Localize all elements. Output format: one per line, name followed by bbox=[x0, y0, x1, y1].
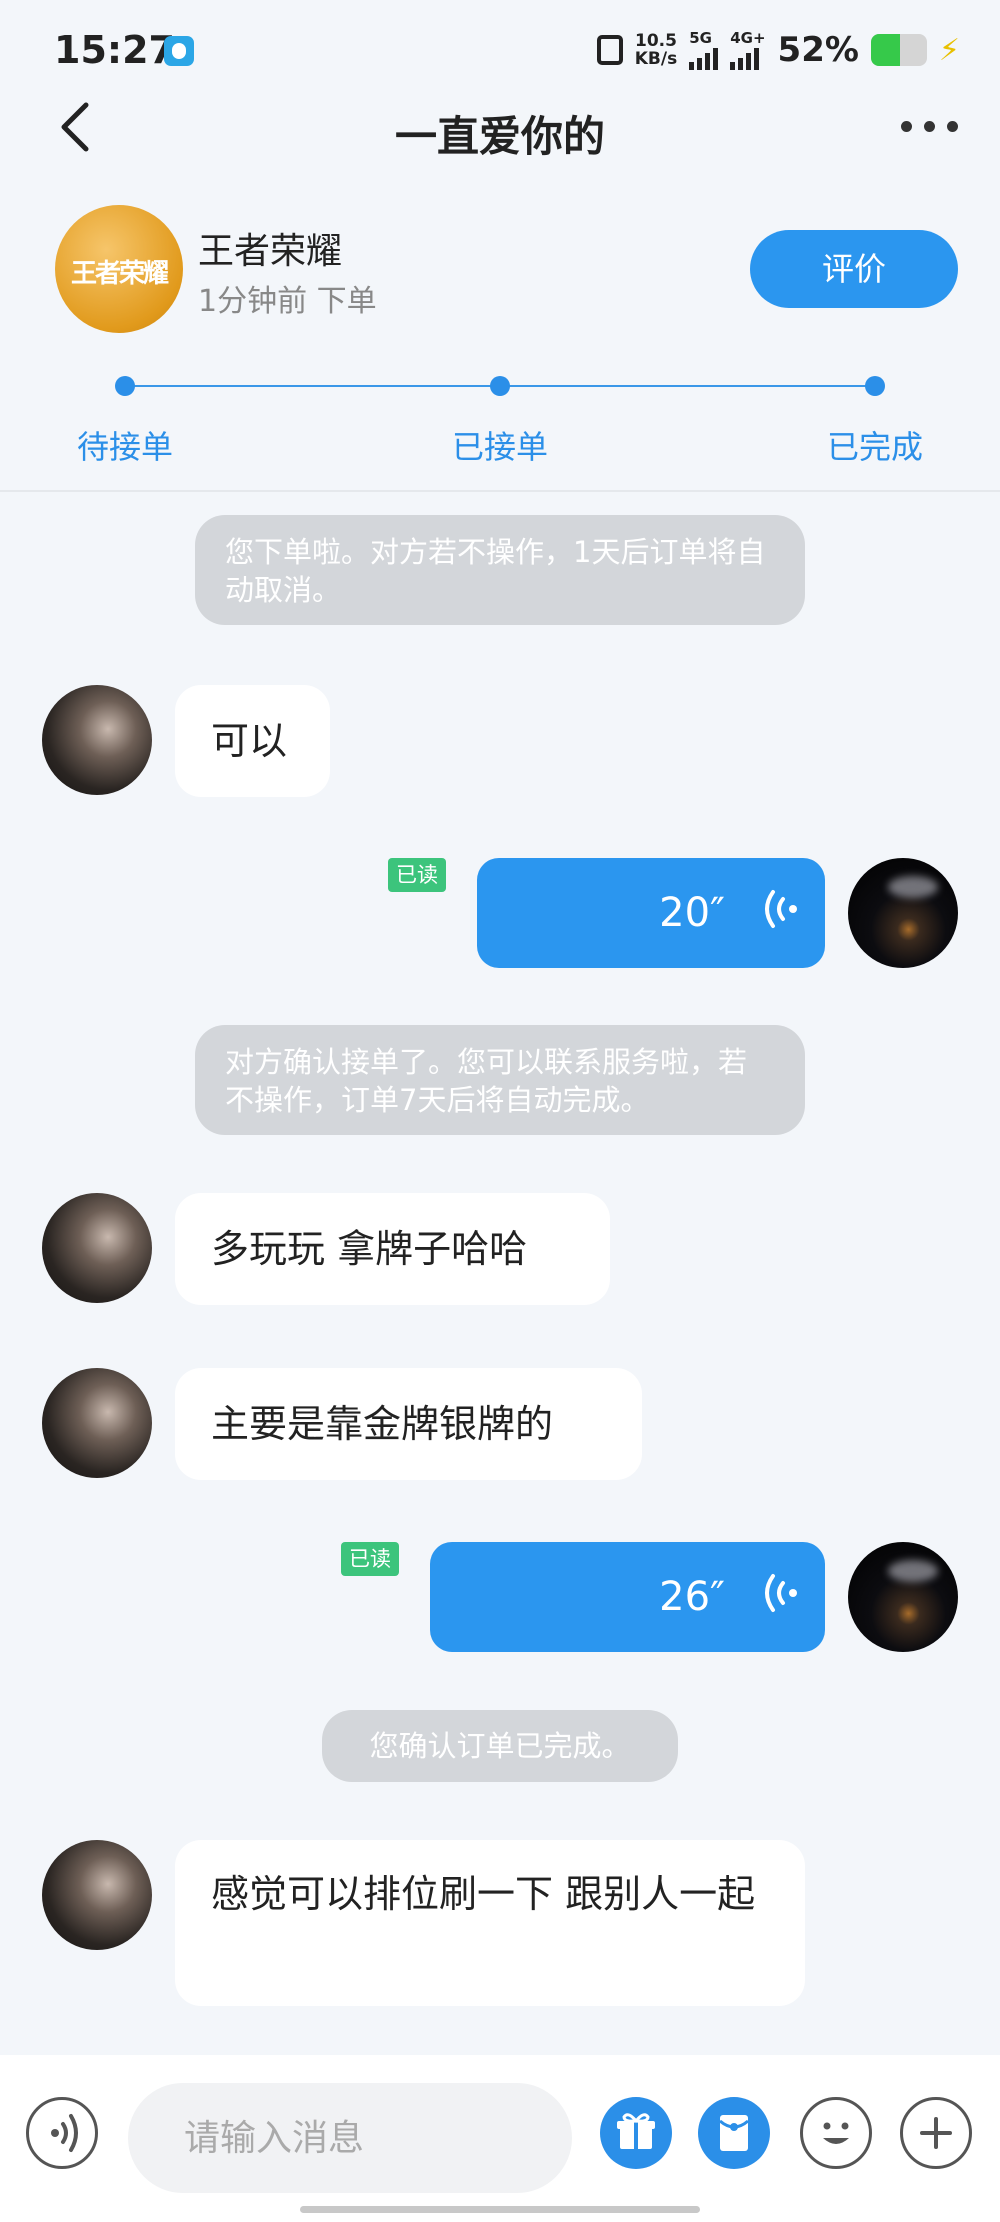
charging-icon: ⚡ bbox=[938, 32, 960, 68]
app-notification-icon bbox=[164, 36, 194, 66]
message-bubble-received[interactable]: 主要是靠金牌银牌的 bbox=[175, 1368, 642, 1480]
status-time: 15:27 bbox=[54, 28, 175, 72]
signal-icon bbox=[730, 46, 760, 70]
voice-duration: 26″ bbox=[659, 1574, 725, 1620]
signal-4g: 4G+ bbox=[730, 28, 766, 70]
emoji-icon[interactable] bbox=[800, 2097, 872, 2169]
voice-duration: 20″ bbox=[659, 890, 725, 936]
red-packet-icon[interactable] bbox=[698, 2097, 770, 2169]
battery-fill bbox=[870, 34, 901, 66]
status-bar: 15:27 10.5 KB/s 5G 4G+ 52% ⚡ bbox=[0, 0, 1000, 100]
progress-dot-completed bbox=[865, 376, 885, 396]
signal-icon bbox=[689, 46, 719, 70]
home-indicator[interactable] bbox=[300, 2206, 700, 2213]
system-message: 您确认订单已完成。 bbox=[322, 1710, 678, 1782]
more-options-icon[interactable] bbox=[901, 121, 958, 132]
battery-percent: 52% bbox=[777, 30, 859, 70]
voice-message-bubble[interactable]: 20″ bbox=[477, 858, 825, 968]
input-bar bbox=[0, 2055, 1000, 2222]
plus-icon[interactable] bbox=[900, 2097, 972, 2169]
voice-wave-icon bbox=[765, 1574, 797, 1612]
net-speed-value: 10.5 bbox=[634, 31, 677, 51]
signal-5g: 5G bbox=[689, 28, 719, 70]
voice-wave-icon bbox=[51, 2114, 78, 2152]
net-speed-unit: KB/s bbox=[634, 49, 678, 69]
system-message: 对方确认接单了。您可以联系服务啦，若不操作，订单7天后将自动完成。 bbox=[195, 1025, 805, 1135]
avatar-other[interactable] bbox=[42, 1368, 152, 1478]
vibrate-icon bbox=[596, 35, 623, 65]
rate-button[interactable]: 评价 bbox=[750, 230, 958, 308]
game-logo: 王者荣耀 bbox=[55, 205, 183, 333]
message-bubble-received[interactable]: 可以 bbox=[175, 685, 330, 797]
page-title: 一直爱你的 bbox=[394, 112, 605, 161]
message-bubble-received[interactable]: 多玩玩 拿牌子哈哈 bbox=[175, 1193, 610, 1305]
signal-5g-label: 5G bbox=[689, 28, 712, 47]
read-badge: 已读 bbox=[388, 858, 446, 892]
message-input[interactable] bbox=[128, 2083, 572, 2193]
avatar-self[interactable] bbox=[848, 858, 958, 968]
avatar-other[interactable] bbox=[42, 685, 152, 795]
progress-dot-accepted bbox=[490, 376, 510, 396]
avatar-other[interactable] bbox=[42, 1840, 152, 1950]
order-time: 1分钟前 下单 bbox=[198, 284, 377, 319]
chat-header: 一直爱你的 bbox=[0, 95, 1000, 165]
avatar-other[interactable] bbox=[42, 1193, 152, 1303]
battery-icon bbox=[870, 34, 927, 66]
order-progress: 待接单 已接单 已完成 bbox=[0, 370, 1000, 490]
progress-label-pending: 待接单 bbox=[76, 428, 173, 466]
voice-message-bubble[interactable]: 26″ bbox=[430, 1542, 825, 1652]
status-icons: 10.5 KB/s 5G 4G+ 52% ⚡ bbox=[596, 28, 960, 70]
signal-4g-label: 4G+ bbox=[730, 28, 766, 47]
progress-label-accepted: 已接单 bbox=[451, 428, 548, 466]
read-badge: 已读 bbox=[341, 1542, 399, 1576]
gift-icon[interactable] bbox=[600, 2097, 672, 2169]
divider bbox=[0, 490, 1000, 492]
voice-input-icon[interactable] bbox=[26, 2097, 98, 2169]
avatar-self[interactable] bbox=[848, 1542, 958, 1652]
message-bubble-received[interactable]: 感觉可以排位刷一下 跟别人一起 bbox=[175, 1840, 805, 2006]
game-name: 王者荣耀 bbox=[198, 231, 343, 272]
net-speed: 10.5 KB/s bbox=[635, 32, 677, 68]
system-message: 您下单啦。对方若不操作，1天后订单将自动取消。 bbox=[195, 515, 805, 625]
game-logo-text: 王者荣耀 bbox=[70, 259, 169, 289]
progress-label-completed: 已完成 bbox=[826, 428, 923, 466]
voice-wave-icon bbox=[765, 890, 797, 928]
progress-dot-pending bbox=[115, 376, 135, 396]
